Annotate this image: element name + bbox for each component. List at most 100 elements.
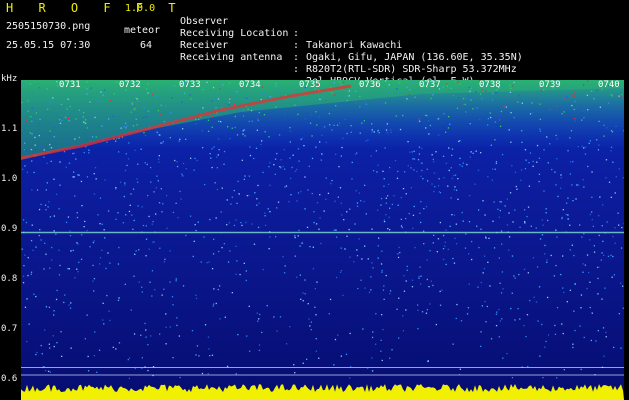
noise-speckle xyxy=(492,92,494,94)
noise-speckle xyxy=(95,136,97,138)
noise-speckle xyxy=(182,285,185,287)
noise-speckle xyxy=(202,107,204,109)
noise-speckle xyxy=(498,308,500,311)
noise-speckle xyxy=(213,238,215,240)
noise-speckle xyxy=(589,213,591,216)
noise-speckle xyxy=(217,138,220,140)
noise-speckle xyxy=(216,167,218,169)
noise-speckle xyxy=(147,369,149,372)
noise-speckle xyxy=(499,209,501,212)
noise-speckle xyxy=(331,129,333,131)
noise-speckle xyxy=(446,85,448,87)
noise-speckle xyxy=(136,98,138,100)
noise-speckle xyxy=(31,224,33,226)
noise-speckle xyxy=(371,357,373,359)
noise-speckle xyxy=(163,288,165,290)
noise-speckle xyxy=(567,218,569,220)
noise-speckle xyxy=(485,90,487,92)
info-label: Receiving antenna xyxy=(180,52,283,63)
noise-speckle xyxy=(223,150,226,153)
noise-speckle xyxy=(292,154,294,156)
noise-speckle xyxy=(523,268,526,270)
noise-speckle xyxy=(530,225,532,227)
noise-speckle xyxy=(582,110,585,112)
noise-speckle xyxy=(72,249,74,252)
noise-speckle xyxy=(257,320,259,322)
noise-speckle xyxy=(430,97,432,100)
noise-speckle xyxy=(364,245,366,247)
noise-speckle xyxy=(212,253,215,255)
noise-speckle xyxy=(381,271,383,273)
noise-speckle xyxy=(439,304,442,306)
noise-speckle xyxy=(304,176,306,178)
noise-speckle xyxy=(340,355,342,357)
noise-speckle xyxy=(145,116,147,118)
noise-speckle xyxy=(422,178,424,180)
noise-speckle xyxy=(189,215,192,217)
noise-speckle xyxy=(278,134,281,136)
noise-speckle xyxy=(65,221,68,223)
noise-speckle xyxy=(514,209,516,211)
noise-speckle xyxy=(447,185,449,187)
noise-speckle xyxy=(202,147,204,149)
noise-speckle xyxy=(253,157,255,160)
noise-speckle xyxy=(425,312,428,314)
noise-speckle xyxy=(447,248,449,250)
noise-speckle xyxy=(299,245,301,247)
noise-speckle xyxy=(435,323,437,326)
noise-speckle xyxy=(117,212,119,214)
noise-speckle xyxy=(258,111,260,114)
noise-speckle xyxy=(268,248,270,250)
noise-speckle xyxy=(381,269,383,272)
noise-speckle xyxy=(246,195,248,197)
noise-speckle xyxy=(213,146,215,148)
noise-speckle xyxy=(190,157,192,159)
noise-speckle xyxy=(176,161,178,163)
noise-speckle xyxy=(561,217,563,220)
noise-speckle xyxy=(242,130,244,132)
noise-speckle xyxy=(289,157,291,159)
noise-speckle xyxy=(524,149,527,151)
noise-speckle xyxy=(361,258,363,260)
noise-speckle xyxy=(163,261,166,263)
noise-speckle xyxy=(22,282,25,284)
noise-speckle xyxy=(556,377,558,379)
noise-speckle xyxy=(39,118,41,120)
noise-speckle xyxy=(69,105,71,108)
noise-speckle xyxy=(126,125,128,127)
noise-speckle xyxy=(21,83,23,85)
noise-speckle xyxy=(74,277,76,279)
noise-speckle xyxy=(340,155,342,157)
noise-speckle xyxy=(58,274,61,276)
noise-speckle xyxy=(346,211,348,213)
noise-speckle xyxy=(115,188,117,190)
noise-speckle xyxy=(140,334,142,336)
noise-speckle xyxy=(51,259,53,261)
noise-speckle xyxy=(490,338,493,340)
noise-speckle xyxy=(541,219,543,221)
noise-speckle xyxy=(478,246,480,249)
noise-speckle xyxy=(383,178,385,180)
noise-speckle xyxy=(546,259,548,261)
noise-speckle xyxy=(269,162,271,164)
noise-speckle xyxy=(556,307,559,309)
noise-speckle xyxy=(570,130,573,132)
noise-speckle xyxy=(128,142,130,144)
noise-speckle xyxy=(426,309,428,311)
noise-speckle xyxy=(279,166,281,168)
noise-speckle xyxy=(468,283,470,285)
noise-speckle xyxy=(35,295,37,298)
noise-speckle xyxy=(446,83,448,85)
noise-speckle xyxy=(380,339,382,341)
noise-speckle xyxy=(427,120,430,122)
noise-speckle xyxy=(499,320,501,322)
noise-speckle xyxy=(573,108,575,111)
noise-speckle xyxy=(508,212,510,214)
noise-speckle xyxy=(322,96,324,98)
noise-speckle xyxy=(395,115,397,117)
noise-speckle xyxy=(375,343,377,345)
noise-speckle xyxy=(427,180,429,182)
noise-speckle xyxy=(528,185,530,187)
noise-speckle xyxy=(78,261,80,263)
noise-speckle xyxy=(158,158,160,160)
